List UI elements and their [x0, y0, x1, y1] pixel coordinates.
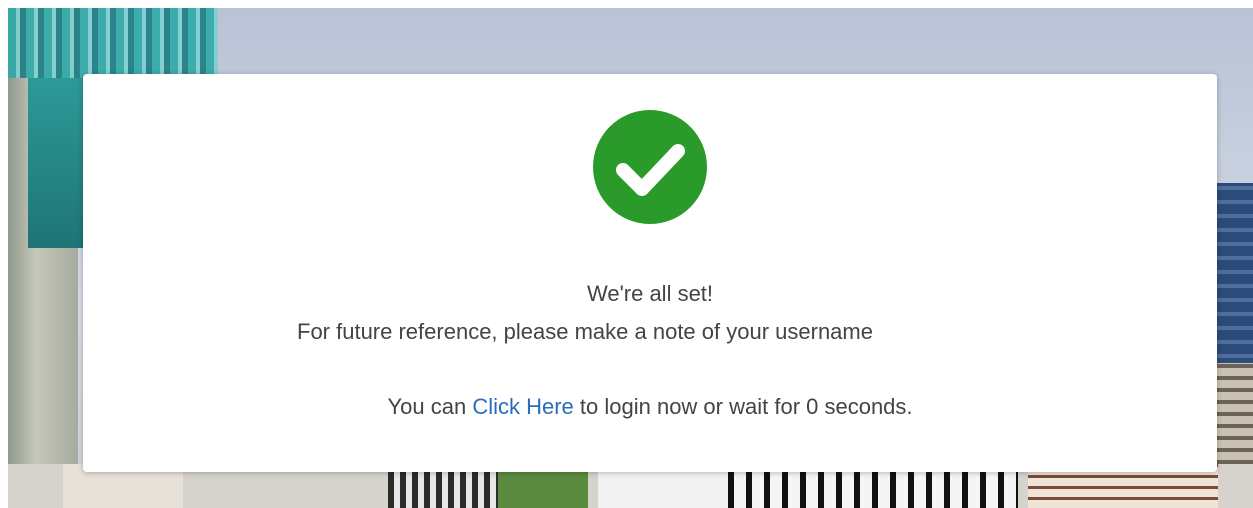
- background-building: [28, 78, 88, 248]
- success-title: We're all set!: [586, 281, 714, 306]
- login-suffix: to login now or wait for 0 seconds.: [579, 394, 913, 419]
- login-link[interactable]: Click Here: [472, 394, 573, 419]
- login-prefix: You can: [387, 394, 467, 419]
- checkmark-circle-icon: [593, 110, 707, 224]
- page-background: We're all set! For future reference, ple…: [8, 8, 1253, 508]
- checkmark-icon: [616, 144, 685, 196]
- background-building: [8, 8, 218, 78]
- login-message: You can Click Here to login now or wait …: [83, 394, 1217, 420]
- username-note: For future reference, please make a note…: [297, 319, 873, 344]
- success-dialog: We're all set! For future reference, ple…: [83, 74, 1217, 472]
